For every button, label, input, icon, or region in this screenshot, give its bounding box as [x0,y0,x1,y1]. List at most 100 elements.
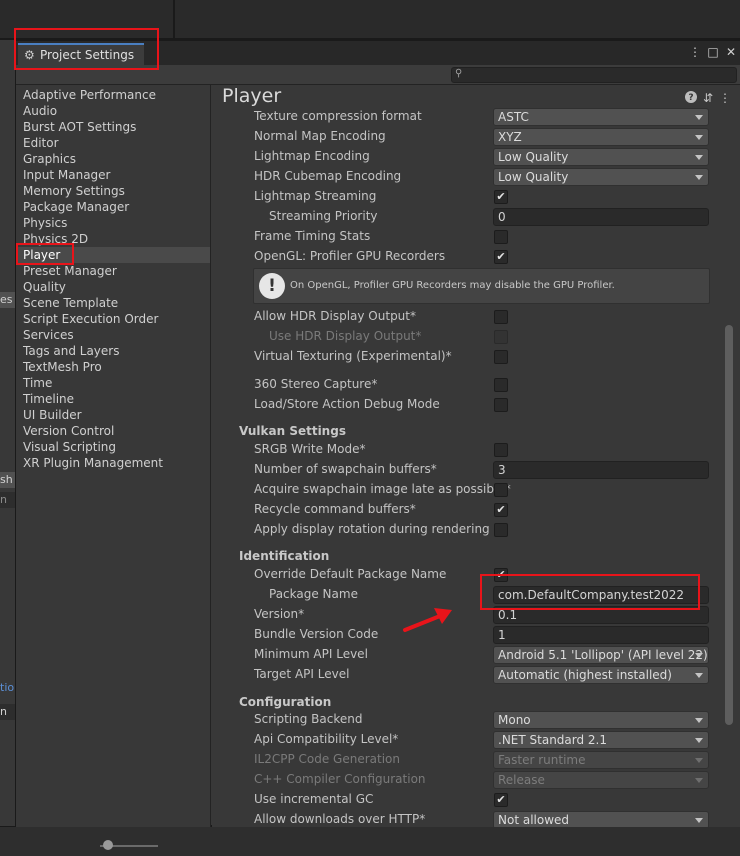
maximize-icon[interactable]: □ [707,45,719,59]
sidebar-item-physics[interactable]: Physics [16,215,210,231]
setting-label: Lightmap Encoding [254,149,370,163]
dropdown-value: .NET Standard 2.1 [498,733,608,747]
swapchain-buffers-field[interactable]: 3 [493,461,709,479]
dropdown-value: Low Quality [498,150,569,164]
setting-label: Frame Timing Stats [254,229,371,243]
opengl-profiler-checkbox[interactable]: ✔ [494,250,508,264]
sidebar-item-quality[interactable]: Quality [16,279,210,295]
preset-icon[interactable]: ⇵ [703,91,713,105]
setting-label: Normal Map Encoding [254,129,386,143]
sidebar-item-memory-settings[interactable]: Memory Settings [16,183,210,199]
chevron-down-icon [695,175,703,180]
sidebar-item-timeline[interactable]: Timeline [16,391,210,407]
setting-label: SRGB Write Mode* [254,442,366,456]
sidebar-item-audio[interactable]: Audio [16,103,210,119]
close-icon[interactable]: ✕ [725,45,737,59]
sidebar-item-ui-builder[interactable]: UI Builder [16,407,210,423]
stereo-capture-checkbox[interactable] [494,378,508,392]
setting-label: Apply display rotation during rendering [254,522,490,536]
setting-row: Streaming Priority 0 [212,207,712,227]
minimum-api-dropdown[interactable]: Android 5.1 'Lollipop' (API level 22) [493,646,709,664]
scripting-backend-dropdown[interactable]: Mono [493,711,709,729]
recycle-buffers-checkbox[interactable]: ✔ [494,503,508,517]
sidebar-item-graphics[interactable]: Graphics [16,151,210,167]
more-menu-icon[interactable]: ⋮ [689,45,701,59]
incremental-gc-checkbox[interactable]: ✔ [494,793,508,807]
setting-row: Minimum API Level Android 5.1 'Lollipop'… [212,645,712,665]
target-api-dropdown[interactable]: Automatic (highest installed) [493,666,709,684]
setting-label: 360 Stereo Capture* [254,377,378,391]
zoom-slider-handle[interactable] [103,840,113,850]
setting-label: C++ Compiler Configuration [254,772,426,786]
help-icon[interactable]: ? [684,91,697,103]
setting-row: Lightmap Encoding Low Quality [212,147,712,167]
chevron-down-icon [695,778,703,783]
editor-divider [173,0,175,40]
left-panel-fragment: tion [0,681,15,694]
api-compatibility-dropdown[interactable]: .NET Standard 2.1 [493,731,709,749]
setting-row: OpenGL: Profiler GPU Recorders ✔ [212,247,712,267]
sidebar-item-input-manager[interactable]: Input Manager [16,167,210,183]
streaming-priority-field[interactable]: 0 [493,208,709,226]
search-input[interactable]: ⚲ [451,67,737,83]
more-menu-icon[interactable]: ⋮ [719,91,731,105]
sidebar-item-adaptive-performance[interactable]: Adaptive Performance [16,87,210,103]
display-rotation-checkbox[interactable] [494,523,508,537]
setting-row: Use incremental GC ✔ [212,790,712,810]
scrollbar[interactable] [717,105,740,827]
setting-label: Package Name [269,587,358,601]
sidebar-item-visual-scripting[interactable]: Visual Scripting [16,439,210,455]
setting-label: Use incremental GC [254,792,374,806]
acquire-late-checkbox[interactable] [494,483,508,497]
section-header-configuration: Configuration [239,695,332,709]
setting-row: Scripting Backend Mono [212,710,712,730]
setting-row: Api Compatibility Level* .NET Standard 2… [212,730,712,750]
setting-row: Allow downloads over HTTP* Not allowed [212,810,712,827]
setting-label: Load/Store Action Debug Mode [254,397,440,411]
texture-compression-dropdown[interactable]: ASTC [493,108,709,126]
sidebar-item-scene-template[interactable]: Scene Template [16,295,210,311]
chevron-down-icon [695,738,703,743]
normal-map-encoding-dropdown[interactable]: XYZ [493,128,709,146]
left-panel-fragment: n [0,492,15,508]
sidebar-item-package-manager[interactable]: Package Manager [16,199,210,215]
sidebar-item-xr-plugin-management[interactable]: XR Plugin Management [16,455,210,471]
setting-label: Acquire swapchain image late as possible… [254,482,511,496]
section-header-vulkan: Vulkan Settings [239,424,346,438]
srgb-write-checkbox[interactable] [494,443,508,457]
annotation-highlight-package-name [480,574,700,610]
annotation-highlight-player [16,243,74,265]
section-header-identification: Identification [239,549,330,563]
scrollbar-thumb[interactable] [725,325,733,725]
allow-http-dropdown[interactable]: Not allowed [493,811,709,827]
sidebar-item-burst-aot[interactable]: Burst AOT Settings [16,119,210,135]
sidebar-item-preset-manager[interactable]: Preset Manager [16,263,210,279]
sidebar-item-textmesh-pro[interactable]: TextMesh Pro [16,359,210,375]
setting-label: Use HDR Display Output* [269,329,422,343]
setting-label: Texture compression format [254,109,422,123]
sidebar-item-time[interactable]: Time [16,375,210,391]
annotation-arrow-icon [403,608,452,632]
setting-label: Recycle command buffers* [254,502,416,516]
lightmap-encoding-dropdown[interactable]: Low Quality [493,148,709,166]
bundle-version-code-field[interactable]: 1 [493,626,709,644]
frame-timing-checkbox[interactable] [494,230,508,244]
editor-left-panel: es sh n tion n [0,40,15,830]
setting-label: HDR Cubemap Encoding [254,169,402,183]
sidebar-item-services[interactable]: Services [16,327,210,343]
dropdown-value: Not allowed [498,813,570,827]
sidebar-item-editor[interactable]: Editor [16,135,210,151]
allow-hdr-checkbox[interactable] [494,310,508,324]
sidebar-item-version-control[interactable]: Version Control [16,423,210,439]
setting-label: Scripting Backend [254,712,363,726]
warning-icon: ! [259,273,285,299]
hdr-cubemap-encoding-dropdown[interactable]: Low Quality [493,168,709,186]
lightmap-streaming-checkbox[interactable]: ✔ [494,190,508,204]
dropdown-value: Android 5.1 'Lollipop' (API level 22) [498,648,708,662]
sidebar-item-tags-and-layers[interactable]: Tags and Layers [16,343,210,359]
virtual-texturing-checkbox[interactable] [494,350,508,364]
sidebar-item-script-execution-order[interactable]: Script Execution Order [16,311,210,327]
setting-label: Lightmap Streaming [254,189,377,203]
load-store-debug-checkbox[interactable] [494,398,508,412]
setting-label: IL2CPP Code Generation [254,752,401,766]
